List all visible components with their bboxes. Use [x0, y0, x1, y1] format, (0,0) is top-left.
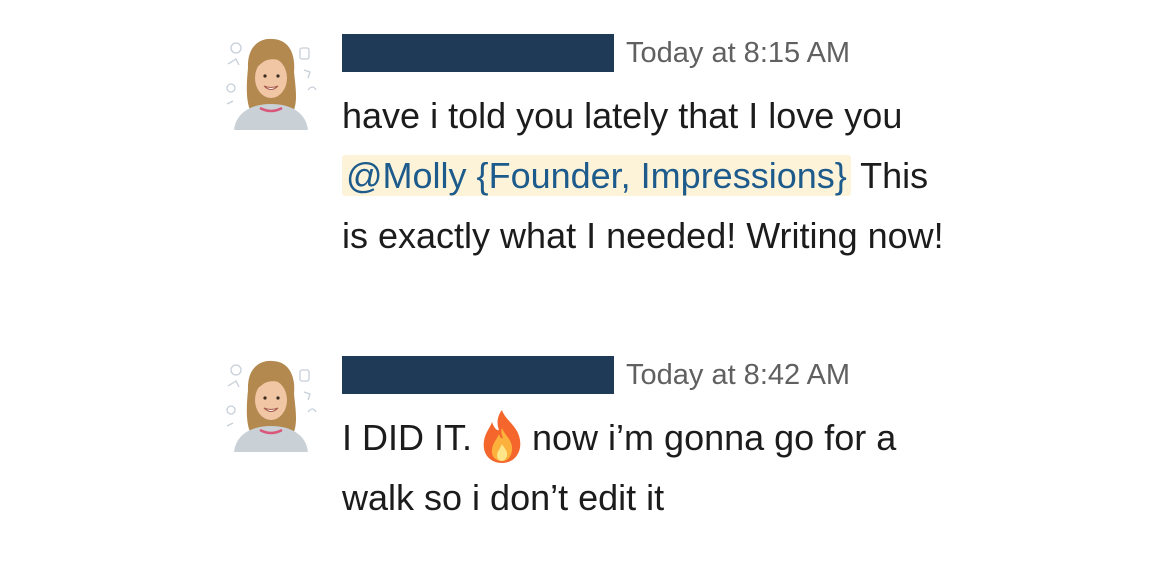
message-header: Today at 8:15 AM [342, 34, 850, 72]
message-text: have i told you lately that I love you [342, 95, 903, 136]
sender-name-redacted[interactable] [342, 34, 614, 72]
timestamp[interactable]: Today at 8:42 AM [626, 359, 850, 392]
message-text: I DID IT. [342, 417, 473, 458]
message-body: have i told you lately that I love you @… [342, 86, 962, 266]
avatar-photo-icon [222, 354, 320, 452]
avatar-photo-icon [222, 32, 320, 130]
user-mention[interactable]: @Molly {Founder, Impressions} [342, 155, 851, 196]
avatar[interactable] [222, 354, 320, 452]
avatar[interactable] [222, 32, 320, 130]
message-body: I DID IT. now i’m gonna go for a walk so … [342, 408, 962, 528]
message-header: Today at 8:42 AM [342, 356, 850, 394]
fire-icon [478, 408, 526, 464]
sender-name-redacted[interactable] [342, 356, 614, 394]
timestamp[interactable]: Today at 8:15 AM [626, 37, 850, 70]
